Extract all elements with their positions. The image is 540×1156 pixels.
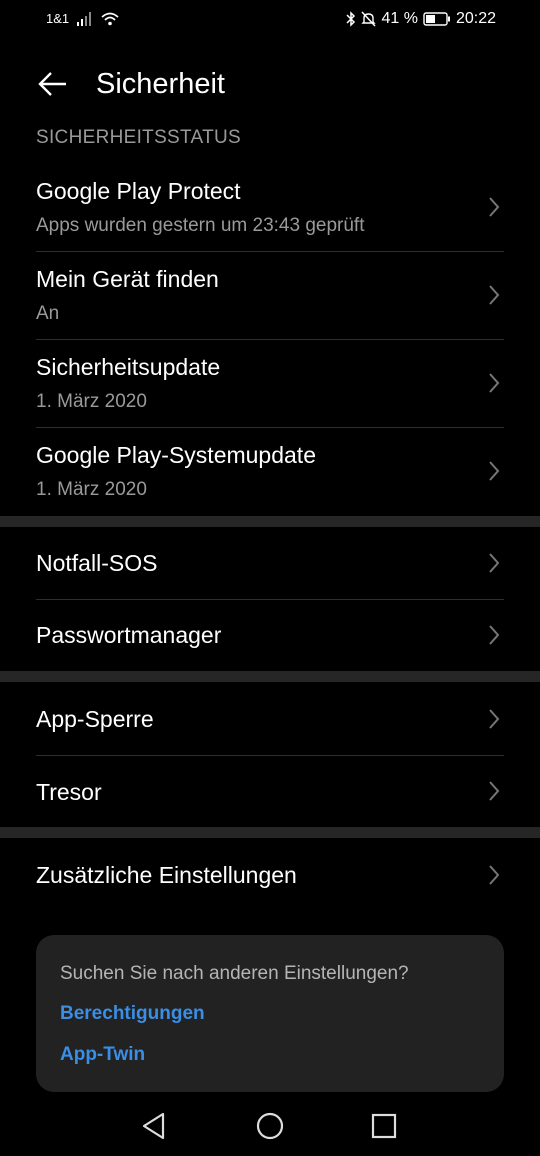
back-arrow-icon — [38, 72, 66, 96]
circle-home-icon — [256, 1112, 284, 1140]
item-title: Passwortmanager — [36, 622, 222, 648]
signal-icon — [77, 11, 92, 26]
item-subtitle: 1. März 2020 — [36, 391, 147, 412]
list-item-vault[interactable]: Tresor — [0, 756, 540, 827]
app-bar: Sicherheit — [0, 56, 540, 112]
triangle-back-icon — [142, 1112, 165, 1140]
item-title: Sicherheitsupdate — [36, 354, 221, 380]
navigation-bar — [0, 1096, 540, 1156]
item-title: Mein Gerät finden — [36, 266, 219, 292]
search-suggestions-title: Suchen Sie nach anderen Einstellungen? — [60, 963, 409, 984]
mute-bell-icon — [361, 11, 377, 27]
chevron-right-icon — [489, 553, 500, 573]
item-title: Tresor — [36, 779, 102, 805]
item-title: Notfall-SOS — [36, 550, 158, 576]
wifi-icon — [101, 12, 119, 25]
chevron-right-icon — [489, 461, 500, 481]
item-title: Google Play Protect — [36, 178, 241, 204]
list-item-app-lock[interactable]: App-Sperre — [0, 682, 540, 755]
list-item-google-play-protect[interactable]: Google Play Protect Apps wurden gestern … — [0, 164, 540, 252]
group-separator — [0, 516, 540, 527]
clock: 20:22 — [455, 10, 496, 27]
chevron-right-icon — [489, 373, 500, 393]
carrier-label: 1&1 — [46, 11, 70, 26]
list-item-find-my-device[interactable]: Mein Gerät finden An — [0, 252, 540, 340]
list-item-google-play-system-update[interactable]: Google Play-Systemupdate 1. März 2020 — [0, 428, 540, 516]
status-bar: 1&1 41 % 20:22 — [0, 0, 540, 40]
item-subtitle: An — [36, 303, 60, 324]
link-app-twin[interactable]: App-Twin — [60, 1044, 145, 1066]
item-subtitle: Apps wurden gestern um 23:43 geprüft — [36, 215, 365, 236]
page-title: Sicherheit — [96, 68, 225, 100]
back-button[interactable] — [34, 64, 74, 104]
chevron-right-icon — [489, 865, 500, 885]
chevron-right-icon — [489, 709, 500, 729]
list-item-additional-settings[interactable]: Zusätzliche Einstellungen — [0, 838, 540, 914]
bluetooth-icon — [346, 11, 356, 27]
list-item-emergency-sos[interactable]: Notfall-SOS — [0, 527, 540, 599]
chevron-right-icon — [489, 197, 500, 217]
nav-recents-button[interactable] — [366, 1108, 402, 1144]
group-separator — [0, 671, 540, 682]
list-item-password-manager[interactable]: Passwortmanager — [0, 600, 540, 671]
nav-back-button[interactable] — [136, 1108, 172, 1144]
square-recents-icon — [371, 1113, 397, 1139]
list-item-security-update[interactable]: Sicherheitsupdate 1. März 2020 — [0, 340, 540, 428]
item-title: App-Sperre — [36, 706, 154, 732]
item-title: Google Play-Systemupdate — [36, 442, 316, 468]
chevron-right-icon — [489, 625, 500, 645]
battery-percent: 41 % — [381, 10, 418, 27]
chevron-right-icon — [489, 781, 500, 801]
item-subtitle: 1. März 2020 — [36, 479, 147, 500]
nav-home-button[interactable] — [252, 1108, 288, 1144]
search-suggestions-card: Suchen Sie nach anderen Einstellungen? B… — [36, 935, 504, 1092]
link-permissions[interactable]: Berechtigungen — [60, 1003, 205, 1025]
group-separator — [0, 827, 540, 838]
section-header-security-status: SICHERHEITSSTATUS — [36, 127, 241, 148]
item-title: Zusätzliche Einstellungen — [36, 862, 297, 888]
battery-icon — [423, 12, 450, 26]
chevron-right-icon — [489, 285, 500, 305]
